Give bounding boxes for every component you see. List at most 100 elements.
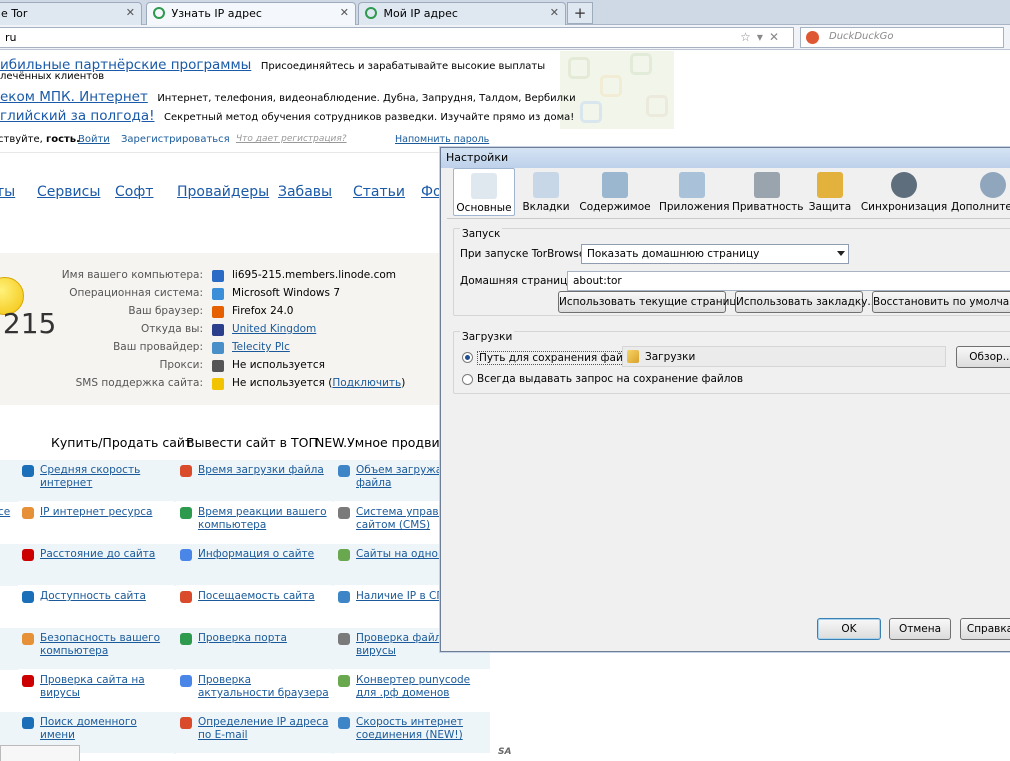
menu-item-articles[interactable]: Статьи [353, 184, 405, 200]
service-icon [22, 591, 34, 603]
info-value-text: Telecity Plc [232, 341, 290, 353]
service-cell[interactable]: Скорость интернет соединения (NEW!) [334, 712, 490, 754]
help-button[interactable]: Справка [960, 618, 1010, 640]
network-icon [212, 270, 224, 282]
service-link[interactable]: Доступность сайта [40, 590, 172, 603]
service-link[interactable]: Поиск доменного имени [40, 716, 172, 742]
register-link[interactable]: Зарегистрироваться [121, 134, 230, 145]
buy-sell-link[interactable]: Купить/Продать сайт [51, 435, 192, 450]
service-cell[interactable]: Определение IP адреса по E-mail [176, 712, 332, 754]
privacy-mask-icon [754, 172, 780, 198]
always-ask-label[interactable]: Всегда выдавать запрос на сохранение фай… [477, 373, 743, 385]
ad-text: Присоединяйтесь и зарабатывайте высокие … [260, 61, 546, 72]
top-link[interactable]: Вывести сайт в ТОП [186, 435, 318, 450]
service-cell[interactable]: Время реакции вашего компьютера [176, 502, 332, 544]
service-cell[interactable]: Проверка порта [176, 628, 332, 670]
service-link[interactable]: Проверка порта [198, 632, 330, 645]
save-path-radio[interactable] [462, 352, 473, 363]
startup-select[interactable]: Показать домашнюю страницу [581, 244, 849, 264]
menu-item[interactable]: ты [0, 184, 15, 200]
tab-ip-check[interactable]: Узнать IP адрес ✕ [146, 2, 356, 26]
tab-privacy-mask[interactable]: Приватность [732, 168, 804, 216]
service-link[interactable]: Время реакции вашего компьютера [198, 506, 330, 532]
service-link[interactable]: Средняя скорость интернет [40, 464, 172, 490]
close-tab-icon[interactable]: ✕ [340, 6, 349, 19]
tab-my-ip[interactable]: Мой IP адрес ✕ [358, 2, 566, 25]
service-cell[interactable]: IP интернет ресурса [18, 502, 174, 544]
service-link[interactable]: IP интернет ресурса [40, 506, 172, 519]
service-cell[interactable]: Конвертер punycode для .рф доменов [334, 670, 490, 712]
bookmark-star-icon[interactable]: ☆ [740, 30, 757, 44]
ad-link[interactable]: еком МПК. Интернет [0, 89, 148, 105]
glasses-icon [212, 360, 224, 372]
service-cell[interactable]: се [0, 502, 16, 544]
service-link[interactable]: Расстояние до сайта [40, 548, 172, 561]
firefox-icon [212, 306, 224, 318]
url-bar[interactable]: ru ☆▾✕ [0, 27, 794, 48]
tab-lock[interactable]: Защита [807, 168, 853, 216]
service-cell[interactable]: Посещаемость сайта [176, 586, 332, 628]
close-tab-icon[interactable]: ✕ [550, 6, 559, 19]
service-link[interactable]: Информация о сайте [198, 548, 330, 561]
service-link[interactable]: Безопасность вашего компьютера [40, 632, 172, 658]
service-cell[interactable]: Проверка сайта на вирусы [18, 670, 174, 712]
info-value[interactable]: United Kingdom [232, 323, 316, 335]
startup-label: При запуске TorBrowser: [460, 248, 594, 260]
ad-link[interactable]: глийский за полгода! [0, 108, 155, 124]
close-tab-icon[interactable]: ✕ [126, 6, 135, 19]
service-cell[interactable]: Расстояние до сайта [18, 544, 174, 586]
service-link[interactable]: Время загрузки файла [198, 464, 330, 477]
service-link[interactable]: Конвертер punycode для .рф доменов [356, 674, 488, 700]
service-cell[interactable]: Проверка актуальности браузера [176, 670, 332, 712]
menu-item-services[interactable]: Сервисы [37, 184, 100, 200]
tab-sync[interactable]: Синхронизация [860, 168, 948, 216]
use-bookmark-button[interactable]: Использовать закладку... [735, 291, 877, 313]
service-link[interactable]: Определение IP адреса по E-mail [198, 716, 330, 742]
service-link[interactable]: Посещаемость сайта [198, 590, 330, 603]
homepage-input[interactable]: about:tor [567, 271, 1010, 291]
service-link[interactable]: Проверка сайта на вирусы [40, 674, 172, 700]
cancel-button[interactable]: Отмена [889, 618, 951, 640]
search-input[interactable]: DuckDuckGo [800, 27, 1004, 48]
history-dropdown-icon[interactable]: ▾ [757, 30, 769, 44]
menu-item-forum[interactable]: Фо [421, 184, 442, 200]
always-ask-radio[interactable] [462, 374, 473, 385]
tab-tor[interactable]: e Tor ✕ [0, 2, 142, 25]
menu-item-providers[interactable]: Провайдеры [177, 184, 269, 200]
ad-text: Интернет, телефония, видеонаблюдение. Ду… [157, 93, 576, 104]
tab-tabs[interactable]: Вкладки [521, 168, 571, 216]
save-path-label[interactable]: Путь для сохранения файлов [477, 351, 645, 365]
tab-applications[interactable]: Приложения [659, 168, 730, 216]
info-value[interactable]: Telecity Plc [232, 341, 290, 353]
duckduckgo-icon[interactable] [806, 31, 819, 44]
menu-item-software[interactable]: Софт [115, 184, 153, 200]
browse-button[interactable]: Обзор... [956, 346, 1010, 368]
service-link[interactable]: се [0, 506, 18, 519]
service-icon [338, 633, 350, 645]
connect-sms-link[interactable]: Подключить [332, 377, 401, 389]
service-cell[interactable]: Доступность сайта [18, 586, 174, 628]
service-cell[interactable]: Информация о сайте [176, 544, 332, 586]
tab-content[interactable]: Содержимое [578, 168, 652, 216]
tab-advanced-gear[interactable]: Дополнительные [951, 168, 1010, 216]
new-tab-button[interactable]: + [567, 2, 593, 24]
use-current-pages-button[interactable]: Использовать текущие страницы [558, 291, 745, 313]
remind-password-link[interactable]: Напомнить пароль [395, 134, 489, 145]
ok-button[interactable]: OK [817, 618, 881, 640]
stop-icon[interactable]: ✕ [769, 30, 785, 44]
toolbar-label: Приложения [659, 201, 730, 213]
windows-icon [212, 288, 224, 300]
tab-general[interactable]: Основные [453, 168, 515, 216]
restore-default-button[interactable]: Восстановить по умолчанию [872, 291, 1010, 313]
service-cell[interactable]: Время загрузки файла [176, 460, 332, 502]
navigation-bar: ru ☆▾✕ DuckDuckGo [0, 25, 1010, 50]
menu-item-fun[interactable]: Забавы [278, 184, 332, 200]
login-link[interactable]: Войти [78, 134, 110, 145]
service-cell[interactable]: Безопасность вашего компьютера [18, 628, 174, 670]
why-register-link[interactable]: Что дает регистрация? [236, 134, 347, 144]
service-cell[interactable]: Средняя скорость интернет [18, 460, 174, 502]
service-link[interactable]: Скорость интернет соединения (NEW!) [356, 716, 488, 742]
service-link[interactable]: Проверка актуальности браузера [198, 674, 330, 700]
service-icon [180, 507, 192, 519]
warning-icon [212, 378, 224, 390]
